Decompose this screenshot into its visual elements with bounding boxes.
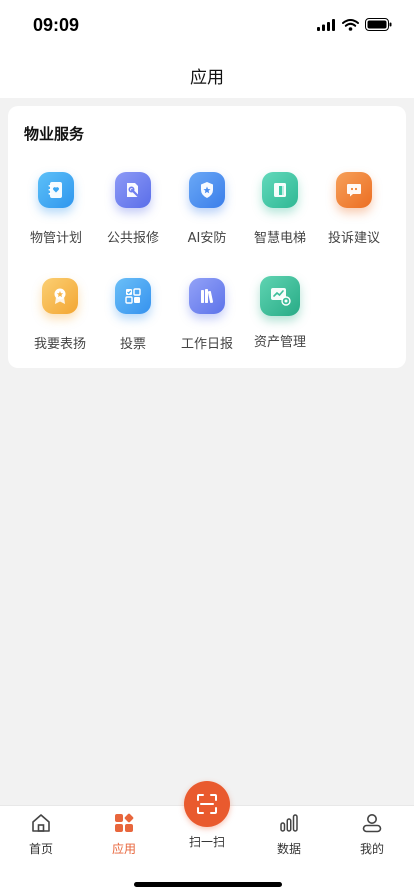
app-label: 物管计划 (29, 231, 82, 246)
apps-icon (115, 813, 134, 832)
scan-label[interactable]: 扫一扫 (177, 833, 237, 850)
status-time: 09:09 (33, 15, 80, 35)
elevator-icon (262, 172, 298, 208)
tab-label: 我的 (359, 842, 384, 856)
ballot-icon (115, 278, 151, 314)
app-item-asset-management[interactable]: 资产管理 (242, 276, 318, 358)
shield-icon (189, 172, 225, 208)
app-item-complaints[interactable]: 投诉建议 (316, 172, 392, 252)
app-item-smart-elevator[interactable]: 智慧电梯 (242, 172, 318, 252)
page-title: 应用 (190, 68, 224, 88)
status-icons (317, 18, 392, 31)
home-indicator (134, 882, 282, 887)
app-label: 公共报修 (106, 231, 159, 246)
app-label: 投票 (119, 337, 146, 352)
tab-apps[interactable]: 应用 (94, 812, 154, 857)
chat-icon (336, 172, 372, 208)
user-icon (362, 814, 382, 833)
battery-icon (365, 18, 392, 31)
status-bar: 09:09 (0, 0, 414, 50)
app-item-property-plan[interactable]: 物管计划 (18, 172, 94, 252)
home-icon (32, 814, 50, 832)
signal-icon (317, 18, 335, 31)
wifi-icon (342, 18, 359, 31)
app-label: AI安防 (187, 231, 227, 246)
app-label: 投诉建议 (327, 231, 380, 246)
tab-label: 数据 (276, 842, 301, 856)
app-item-praise[interactable]: 我要表扬 (22, 278, 98, 358)
tab-data[interactable]: 数据 (259, 812, 319, 857)
section-title: 物业服务 (24, 125, 85, 143)
chart-icon (260, 276, 300, 316)
bar-chart-icon (280, 814, 298, 832)
scan-icon (197, 794, 217, 814)
app-label: 工作日报 (180, 337, 233, 352)
property-services-card: 物业服务 物管计划 公共报修 AI安防 智慧电梯 投诉建议 我要表扬 投票 工作… (8, 106, 406, 368)
tab-home[interactable]: 首页 (11, 812, 71, 857)
tab-label: 应用 (111, 842, 136, 856)
app-label: 智慧电梯 (253, 231, 306, 246)
app-item-ai-security[interactable]: AI安防 (169, 172, 245, 252)
app-item-daily-report[interactable]: 工作日报 (169, 278, 245, 358)
app-item-public-repair[interactable]: 公共报修 (95, 172, 171, 252)
scan-button[interactable] (184, 781, 230, 827)
medal-icon (42, 278, 78, 314)
notebook-icon (38, 172, 74, 208)
tab-label: 首页 (28, 842, 53, 856)
app-label: 资产管理 (253, 335, 306, 350)
nav-bar: 应用 (0, 50, 414, 98)
tab-mine[interactable]: 我的 (342, 812, 402, 857)
books-icon (189, 278, 225, 314)
wrench-icon (115, 172, 151, 208)
app-item-vote[interactable]: 投票 (95, 278, 171, 358)
app-label: 我要表扬 (33, 337, 86, 352)
